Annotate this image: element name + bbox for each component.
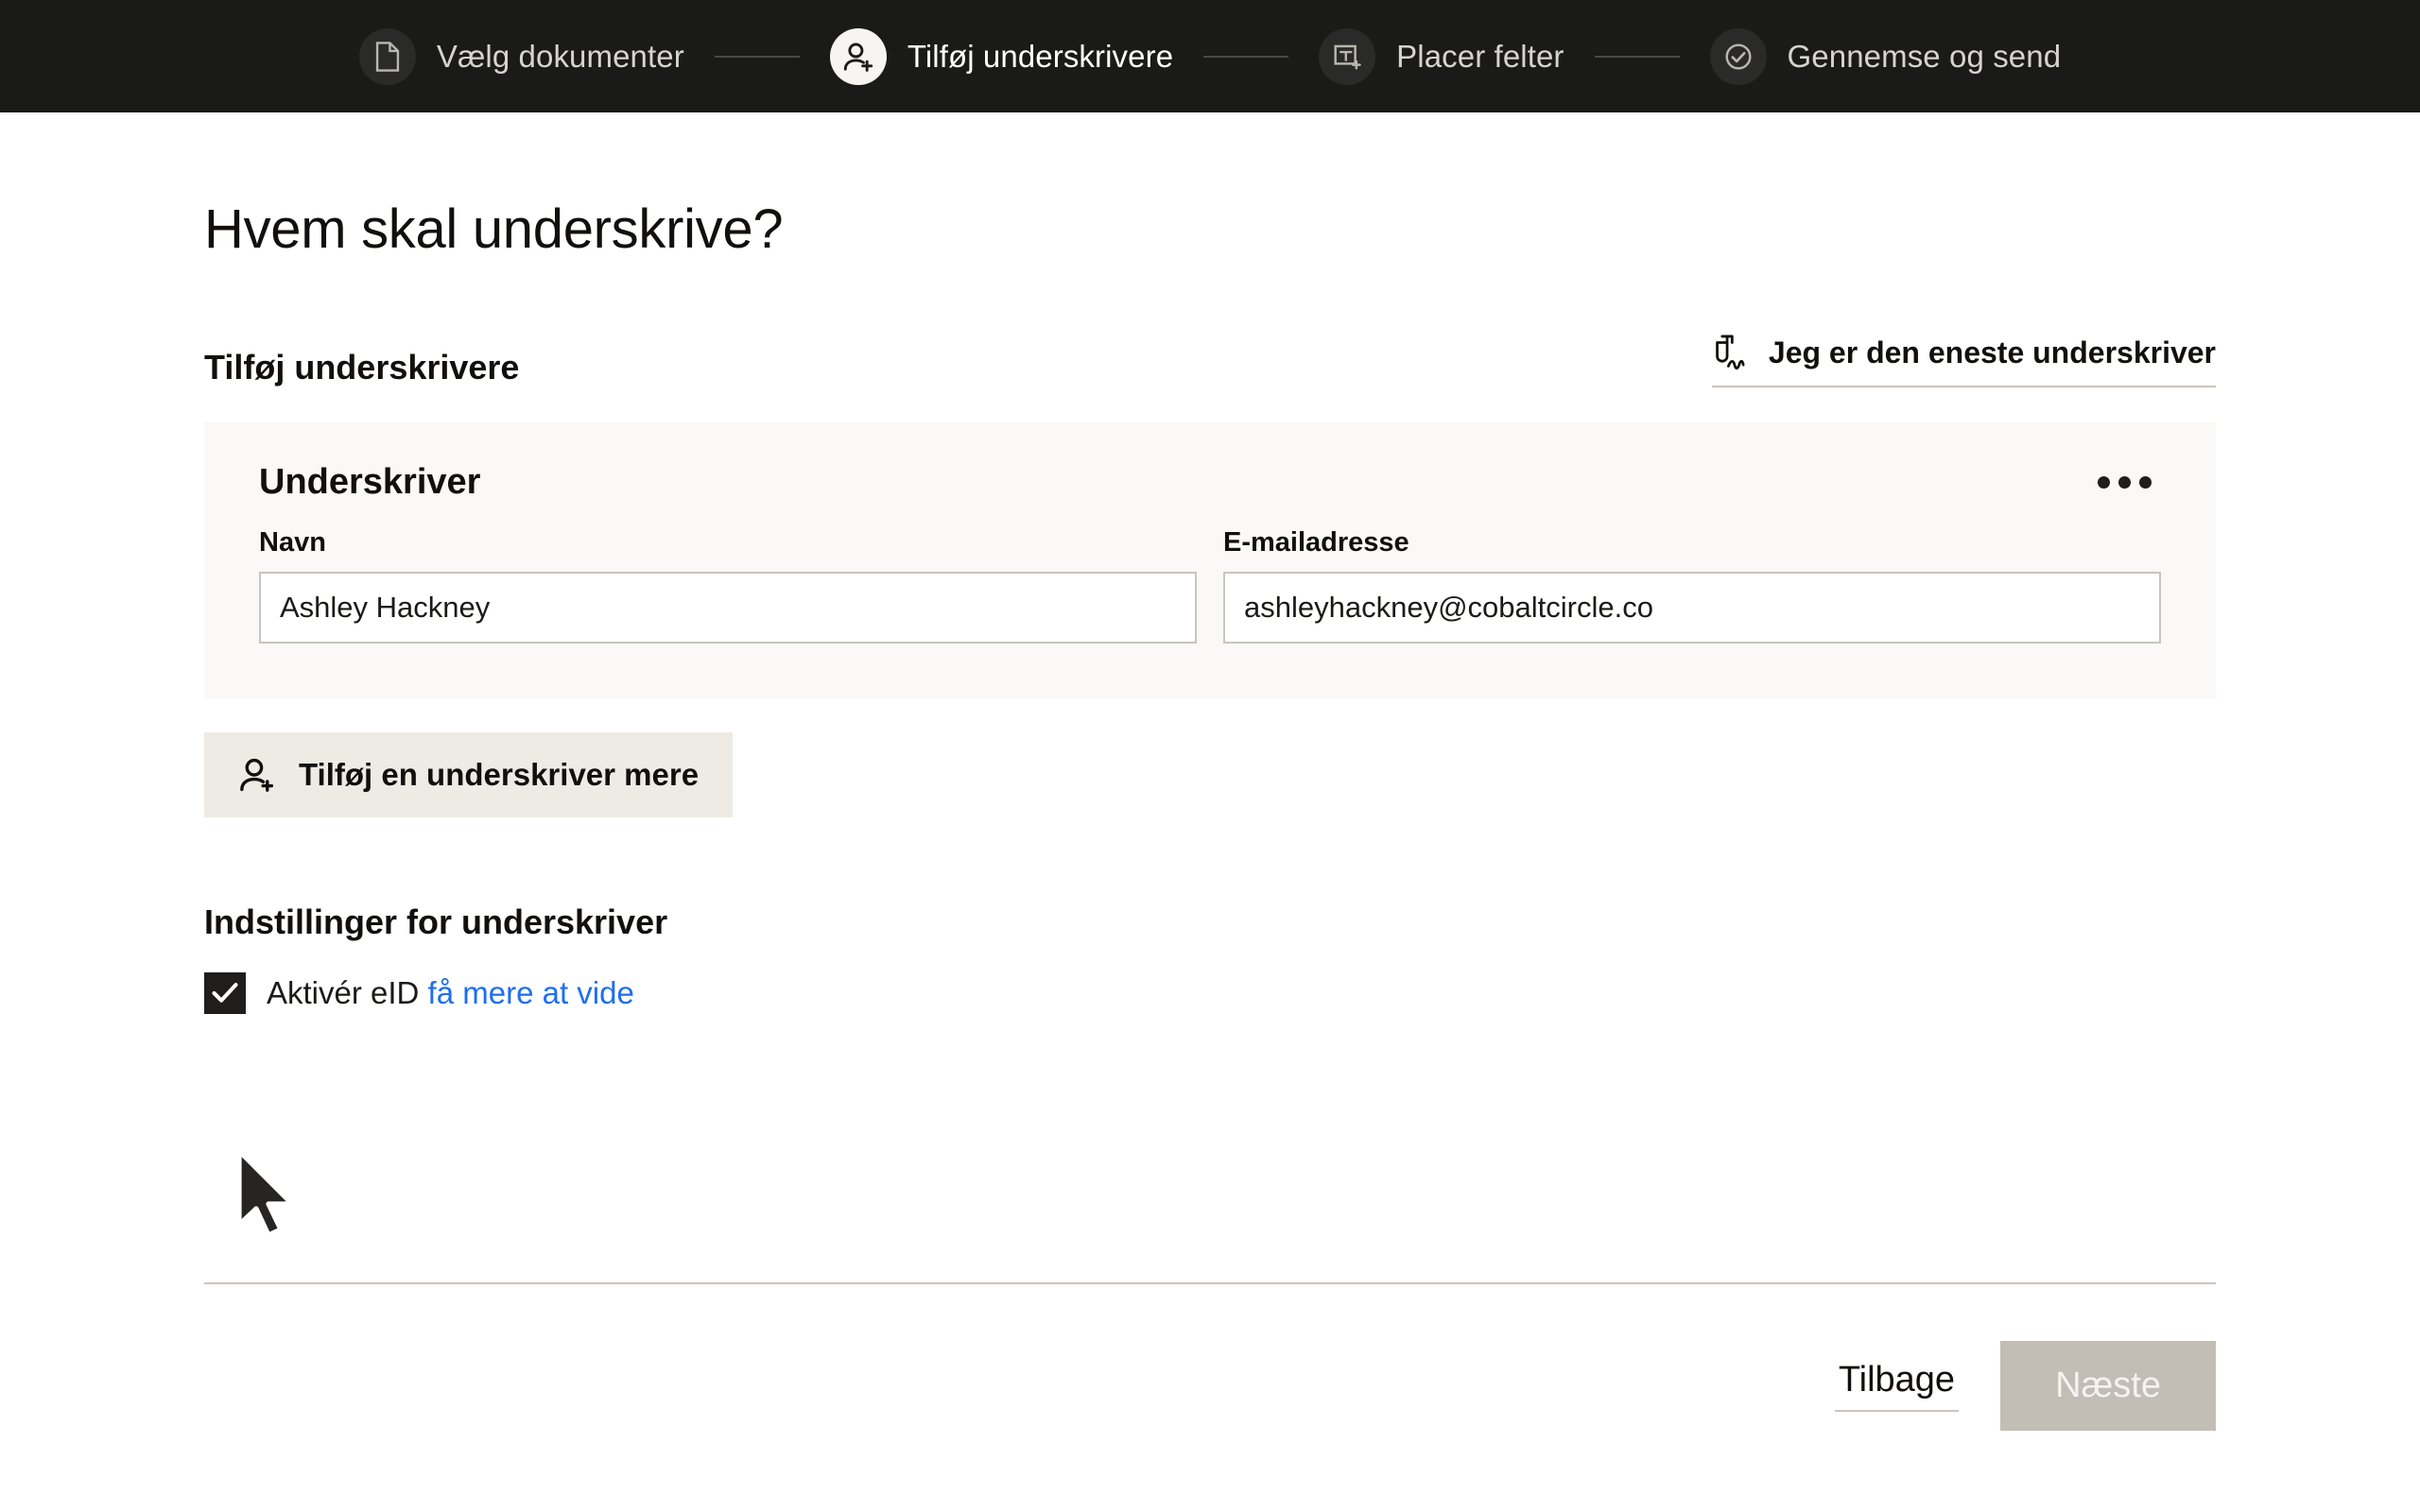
check-circle-icon [1724,43,1752,70]
signer-settings-title: Indstillinger for underskriver [204,902,668,941]
section-header-row: Tilføj underskrivere Jeg er den eneste u… [204,333,2216,387]
name-label: Navn [259,527,326,558]
document-icon [375,41,399,72]
footer-actions: Tilbage Næste [204,1341,2216,1431]
text-field-icon [1334,44,1361,70]
section-title: Tilføj underskrivere [204,348,520,387]
signer-fields: Navn E-mailadresse [259,527,2161,644]
ellipsis-dot [2118,476,2131,489]
eid-checkbox[interactable] [204,972,246,1014]
signer-card-header: Underskriver [259,462,2161,503]
step-4-circle [1709,27,1767,85]
email-label: E-mailadresse [1223,527,1409,558]
person-add-icon [843,42,873,72]
sole-signer-link[interactable]: Jeg er den eneste underskriver [1711,333,2216,387]
step-1-circle [358,27,416,85]
signer-card-title: Underskriver [259,462,481,502]
mouse-cursor [236,1149,295,1238]
step-vaelg-dokumenter[interactable]: Vælg dokumenter [358,27,684,85]
content-column: Hvem skal underskrive? Tilføj underskriv… [204,112,2216,1014]
step-gennemse-og-send[interactable]: Gennemse og send [1709,27,2062,85]
progress-stepper: Vælg dokumenter Tilføj underskrivere Pla… [0,0,2420,112]
name-field-group: Navn [259,527,1197,644]
person-add-icon [240,758,274,792]
name-input[interactable] [259,572,1197,644]
step-tilfoej-underskrivere[interactable]: Tilføj underskrivere [829,27,1174,85]
ellipsis-icon[interactable] [2088,463,2161,502]
step-2-label: Tilføj underskrivere [907,38,1174,74]
signer-card: Underskriver Navn E-mailadresse [204,422,2216,698]
step-4-label: Gennemse og send [1787,38,2062,74]
eid-label-text: Aktivér eID [267,975,420,1010]
step-3-circle [1319,27,1376,85]
ellipsis-dot [2139,476,2152,489]
email-input[interactable] [1223,572,2161,644]
step-3-label: Placer felter [1396,38,1564,74]
add-signer-label: Tilføj en underskriver mere [299,757,700,792]
stepper-connector-2 [1203,55,1289,58]
checkmark-icon [212,983,238,1003]
add-signer-button[interactable]: Tilføj en underskriver mere [204,732,734,817]
page-title: Hvem skal underskrive? [204,198,784,260]
ellipsis-dot [2098,476,2110,489]
next-button[interactable]: Næste [2000,1341,2216,1431]
signature-pen-icon [1716,335,1745,370]
stepper-connector-1 [714,55,800,58]
sole-signer-label: Jeg er den eneste underskriver [1768,335,2216,369]
step-placer-felter[interactable]: Placer felter [1319,27,1564,85]
eid-checkbox-row: Aktivér eID få mere at vide [204,972,2216,1014]
eid-checkbox-label: Aktivér eID få mere at vide [267,975,634,1011]
footer-divider [204,1282,2216,1284]
step-1-label: Vælg dokumenter [436,38,684,74]
step-2-circle [829,27,887,85]
stepper-connector-3 [1594,55,1680,58]
page-body: Hvem skal underskrive? Tilføj underskriv… [0,112,2420,1512]
back-button[interactable]: Tilbage [1834,1360,1960,1412]
eid-learn-more-link[interactable]: få mere at vide [428,975,634,1010]
email-field-group: E-mailadresse [1223,527,2161,644]
